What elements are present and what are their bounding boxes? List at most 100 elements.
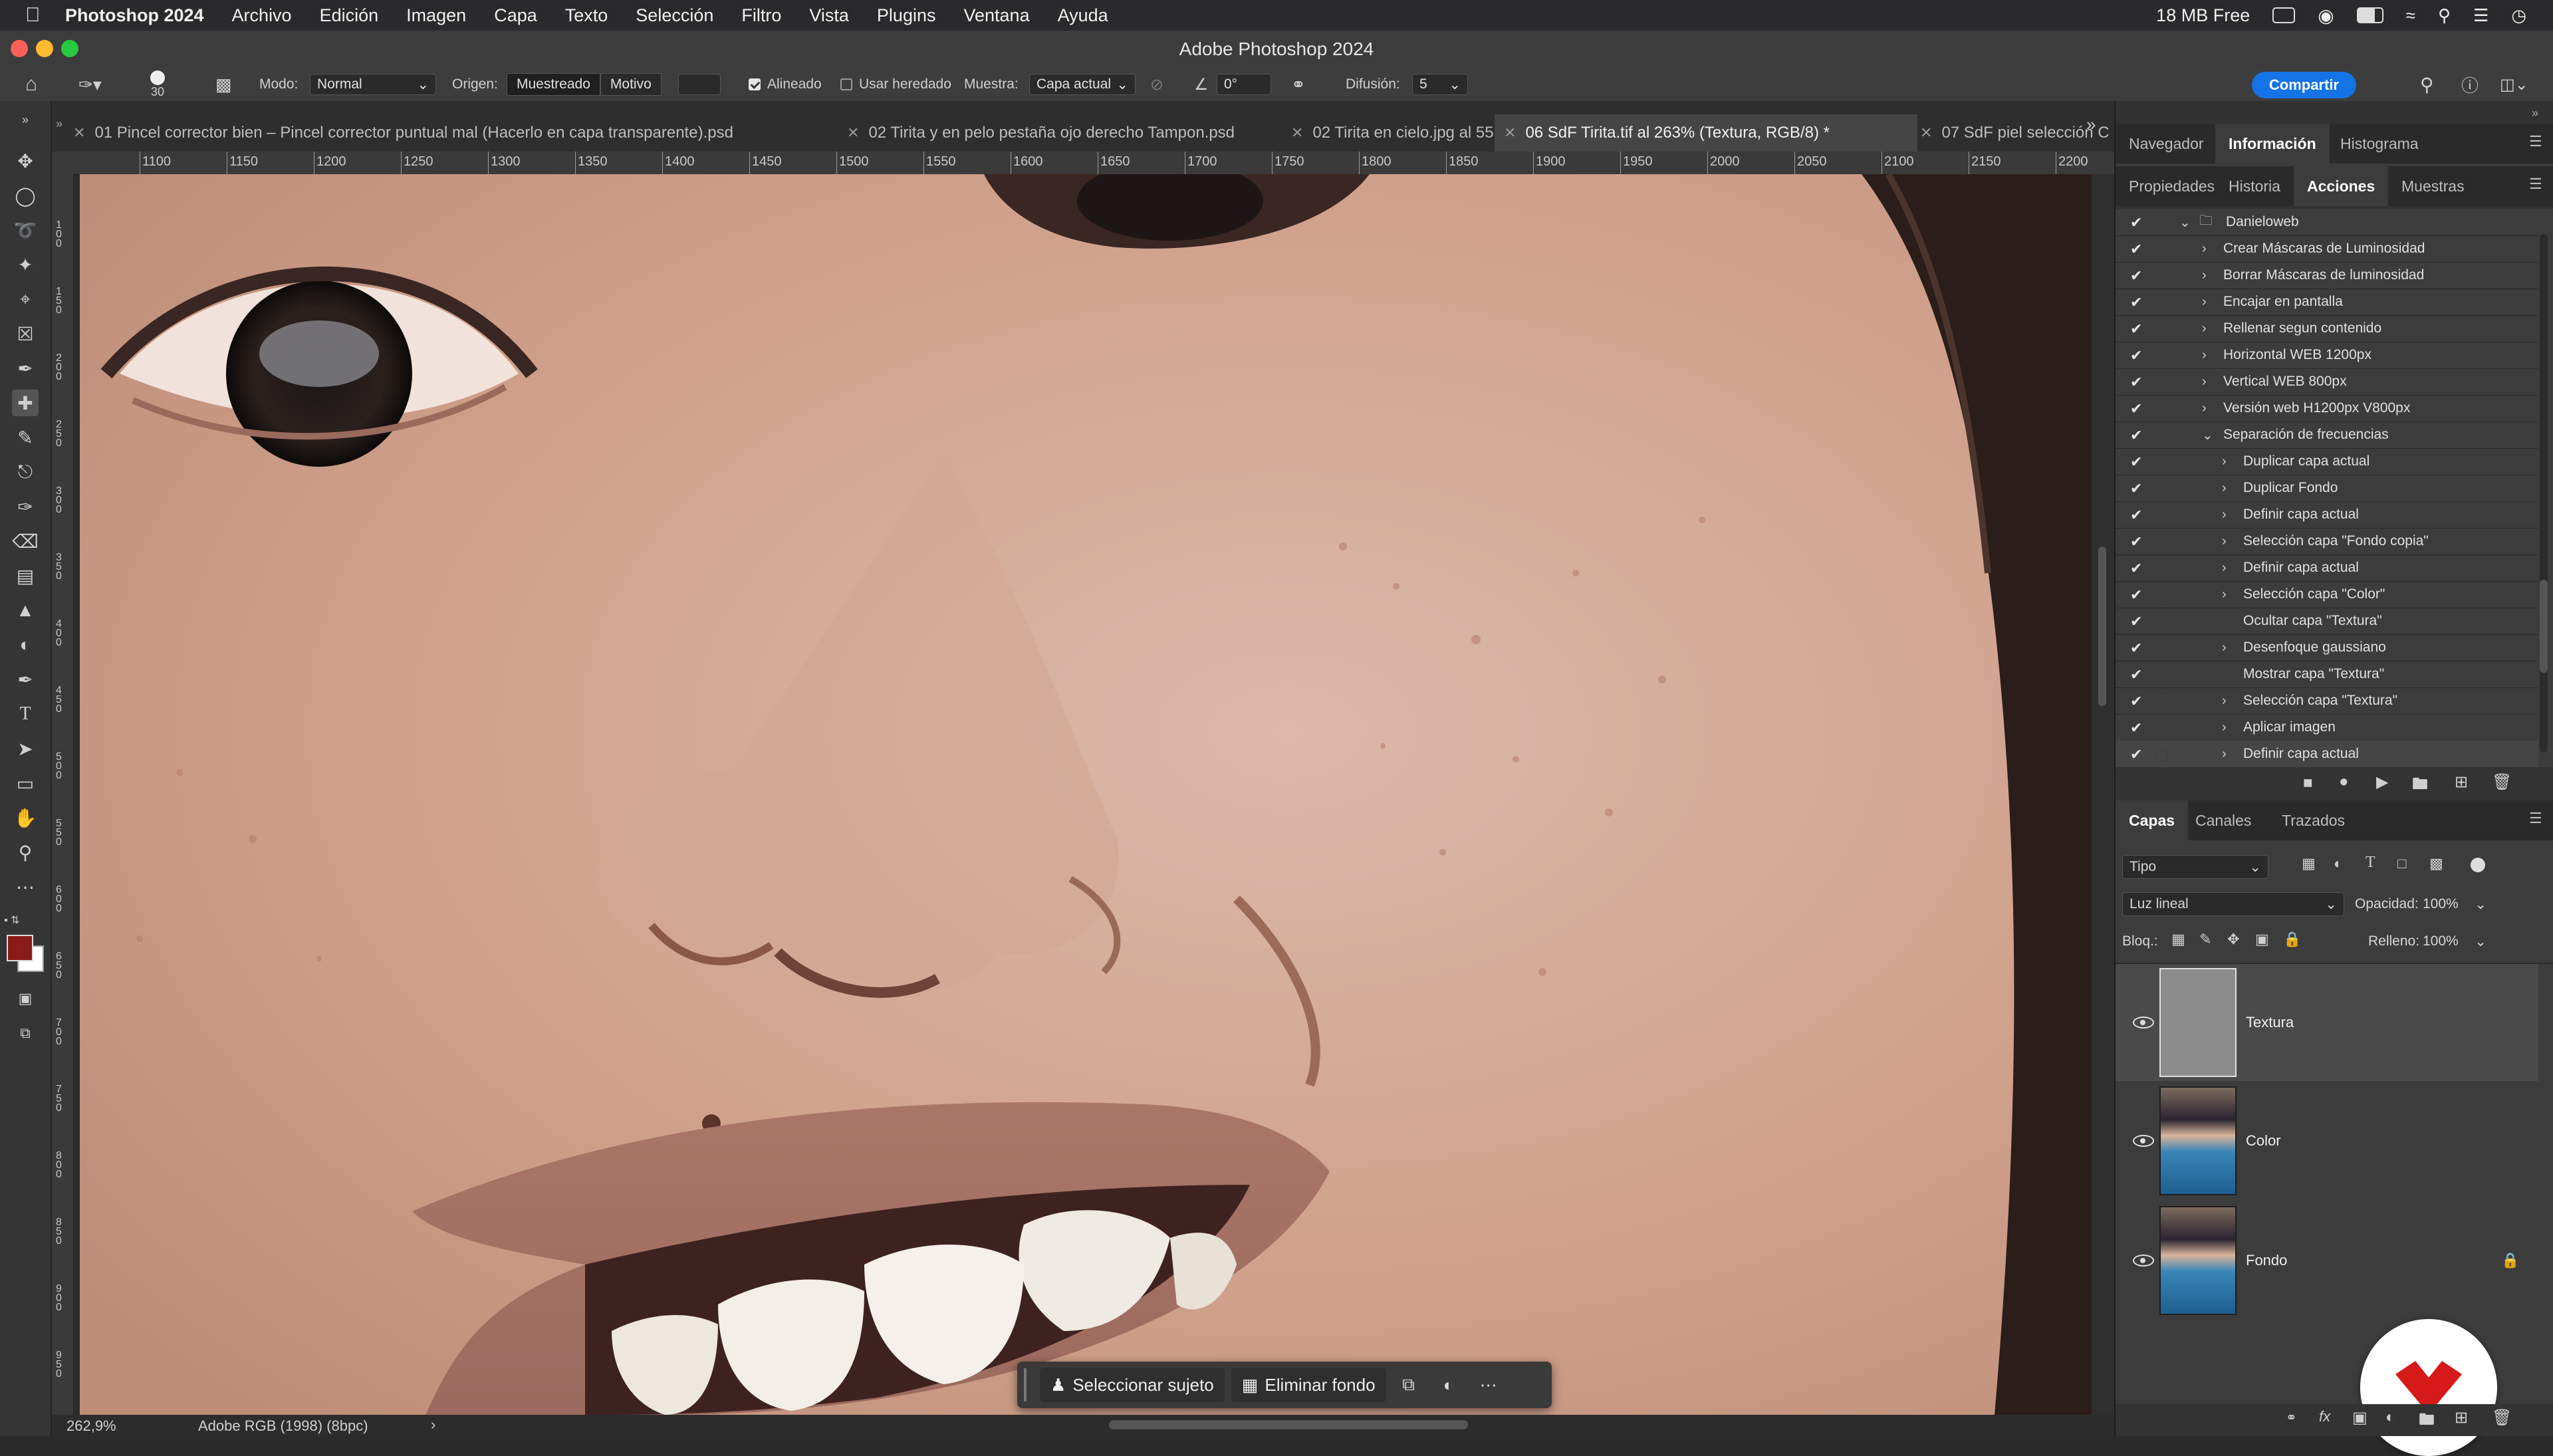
chevron-right-icon[interactable]: ›	[2202, 401, 2207, 416]
action-row[interactable]: ✔ › Versión web H1200px V800px	[2116, 395, 2538, 422]
lock-position-icon[interactable]: ✥	[2227, 931, 2239, 948]
toggle-check-icon[interactable]: ✔	[2130, 693, 2143, 709]
delete-layer-icon[interactable]: 🗑	[2492, 1408, 2512, 1427]
toggle-check-icon[interactable]: ✔	[2130, 586, 2143, 603]
select-subject-button[interactable]: ♟ Seleccionar sujeto	[1040, 1368, 1225, 1402]
layer-name[interactable]: Fondo	[2246, 1252, 2287, 1269]
dialog-toggle-box[interactable]	[2155, 695, 2167, 707]
chevron-right-icon[interactable]: ›	[2222, 454, 2227, 469]
layer-row-fondo[interactable]: Fondo 🔒	[2116, 1202, 2538, 1319]
menu-app-name[interactable]: Photoshop 2024	[65, 5, 204, 26]
add-mask-icon[interactable]: ▣	[2352, 1408, 2368, 1427]
chevron-right-icon[interactable]: ›	[2202, 374, 2207, 390]
transform-icon[interactable]: ⧉	[1392, 1368, 1426, 1402]
action-row[interactable]: ✔ › Borrar Máscaras de luminosidad	[2116, 262, 2538, 289]
toggle-check-icon[interactable]: ✔	[2130, 507, 2143, 523]
action-row[interactable]: ✔ › Selección capa "Fondo copia"	[2116, 528, 2538, 555]
menu-filtro[interactable]: Filtro	[741, 5, 781, 26]
chevron-down-icon[interactable]: ⌄	[2179, 214, 2191, 231]
toggle-check-icon[interactable]: ✔	[2130, 400, 2143, 417]
dialog-toggle-box[interactable]	[2155, 243, 2167, 255]
chevron-right-icon[interactable]: ›	[2222, 720, 2227, 735]
toggle-check-icon[interactable]: ✔	[2130, 374, 2143, 390]
memory-status[interactable]: 18 MB Free	[2156, 5, 2250, 26]
diffusion-input[interactable]: 5 ⌄	[1412, 74, 1468, 95]
record-icon[interactable]: ●	[2339, 773, 2349, 791]
action-row[interactable]: ✔ › Definir capa actual	[2116, 554, 2538, 582]
marquee-tool-icon[interactable]: ◯	[12, 182, 39, 209]
dialog-toggle-box[interactable]	[2155, 536, 2167, 548]
chevron-right-icon[interactable]: ›	[2202, 241, 2207, 257]
filter-shape-layer-icon[interactable]: □	[2397, 855, 2406, 872]
action-row[interactable]: ✔ › Duplicar capa actual	[2116, 448, 2538, 475]
healing-brush-tool-icon[interactable]: ✚	[12, 390, 39, 416]
chevron-right-icon[interactable]: ›	[2222, 560, 2227, 576]
zoom-level[interactable]: 262,9%	[66, 1417, 116, 1435]
battery-icon[interactable]	[2356, 7, 2383, 23]
actions-scrollbar[interactable]	[2540, 234, 2548, 753]
home-icon[interactable]: ⌂	[25, 68, 37, 101]
toggle-check-icon[interactable]: ✔	[2130, 453, 2143, 470]
chevron-right-icon[interactable]: ›	[2222, 507, 2227, 523]
layer-row-color[interactable]: Color	[2116, 1082, 2538, 1199]
link-layers-icon[interactable]: ⚭	[2286, 1409, 2297, 1426]
dialog-toggle-box[interactable]	[2155, 562, 2167, 574]
new-set-folder-icon[interactable]: 🖿	[2412, 773, 2428, 800]
dialog-toggle-box[interactable]	[2155, 350, 2167, 362]
action-row[interactable]: ✔ › Crear Máscaras de Luminosidad	[2116, 235, 2538, 263]
menu-archivo[interactable]: Archivo	[232, 5, 292, 26]
toggle-check-icon[interactable]: ✔	[2130, 560, 2143, 576]
display-icon[interactable]	[2272, 7, 2296, 23]
toggle-check-icon[interactable]: ✔	[2130, 719, 2143, 736]
menu-ayuda[interactable]: Ayuda	[1058, 5, 1108, 26]
more-options-icon[interactable]: ⋯	[1471, 1368, 1506, 1402]
control-center-icon[interactable]: ☰	[2473, 5, 2489, 26]
dialog-toggle-box[interactable]	[2155, 509, 2167, 521]
action-row[interactable]: ✔ › Vertical WEB 800px	[2116, 368, 2538, 396]
action-row[interactable]: ✔ › Selección capa "Color"	[2116, 581, 2538, 608]
apple-icon[interactable]: 	[25, 4, 65, 27]
tab-informacion[interactable]: Información	[2215, 124, 2330, 164]
close-tab-icon[interactable]: ✕	[1504, 124, 1516, 142]
action-row[interactable]: ✔ › Horizontal WEB 1200px	[2116, 342, 2538, 369]
lock-all-icon[interactable]: 🔒	[2283, 931, 2301, 948]
action-row[interactable]: ✔ ⌄ Separación de frecuencias	[2116, 422, 2538, 449]
horizontal-scroll-thumb[interactable]	[1109, 1420, 1468, 1429]
tab-trazados[interactable]: Trazados	[2268, 800, 2358, 840]
menu-texto[interactable]: Texto	[565, 5, 608, 26]
action-row[interactable]: ✔ › Duplicar Fondo	[2116, 475, 2538, 502]
document-canvas[interactable]	[80, 174, 2092, 1415]
tab-capas[interactable]: Capas	[2116, 800, 2189, 840]
lock-transparent-icon[interactable]: ▦	[2171, 931, 2185, 948]
action-row[interactable]: ✔ › Aplicar imagen	[2116, 714, 2538, 741]
filter-toggle-icon[interactable]	[2471, 858, 2485, 872]
source-pattern-button[interactable]: Motivo	[600, 73, 662, 96]
dialog-toggle-box[interactable]	[2155, 323, 2167, 335]
tab-acciones[interactable]: Acciones	[2294, 166, 2389, 206]
chevron-down-icon[interactable]: ⌄	[2202, 427, 2213, 443]
default-colors-icon[interactable]: ▪ ⇅	[4, 913, 45, 932]
toggle-check-icon[interactable]: ✔	[2130, 640, 2143, 656]
use-legacy-checkbox[interactable]: Usar heredado	[840, 68, 951, 101]
action-row[interactable]: ✔ › Encajar en pantalla	[2116, 289, 2538, 316]
creative-cloud-icon[interactable]: ◉	[2318, 5, 2334, 27]
toggle-check-icon[interactable]: ✔	[2130, 241, 2143, 257]
remove-background-button[interactable]: ▦ Eliminar fondo	[1231, 1368, 1386, 1402]
layer-row-textura[interactable]: Textura	[2116, 964, 2538, 1081]
dialog-toggle-box[interactable]	[2155, 616, 2167, 628]
action-row[interactable]: ✔ Ocultar capa "Textura"	[2116, 608, 2538, 635]
toggle-check-icon[interactable]: ✔	[2130, 746, 2143, 763]
action-row[interactable]: ✔ › Selección capa "Textura"	[2116, 687, 2538, 715]
lasso-tool-icon[interactable]: ➰	[12, 217, 39, 243]
panel-menu-icon[interactable]: ☰	[2529, 133, 2542, 150]
dialog-toggle-box[interactable]	[2155, 270, 2167, 282]
chevron-right-icon[interactable]: ›	[2222, 534, 2227, 549]
tab-document-06-active[interactable]: ✕ 06 SdF Tirita.tif al 263% (Textura, RGB…	[1495, 114, 1917, 152]
dialog-toggle-box[interactable]	[2155, 669, 2167, 681]
filter-type-layer-icon[interactable]: T	[2366, 854, 2375, 872]
action-row[interactable]: ✔ Mostrar capa "Textura"	[2116, 661, 2538, 688]
tab-navegador[interactable]: Navegador	[2116, 124, 2217, 164]
tab-canales[interactable]: Canales	[2182, 800, 2264, 840]
source-sampled-button[interactable]: Muestreado	[507, 73, 600, 96]
new-layer-icon[interactable]: ⊞	[2455, 1408, 2468, 1427]
